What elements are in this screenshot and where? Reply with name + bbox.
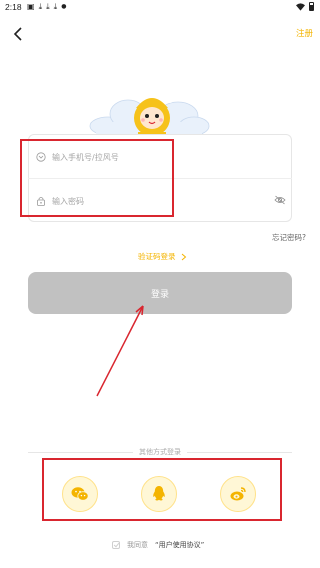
download-icon: ⤓	[38, 2, 43, 11]
wechat-login-button[interactable]	[62, 476, 98, 512]
eye-off-icon[interactable]	[274, 195, 286, 205]
register-link[interactable]: 注册	[296, 27, 313, 39]
battery-icon	[309, 2, 314, 11]
image-icon: ▣	[27, 2, 35, 11]
other-login-label-wrap: 其他方式登录	[0, 447, 320, 457]
download-icon: ⤓	[46, 2, 50, 11]
form-divider	[28, 178, 292, 179]
login-button[interactable]: 登录	[28, 272, 292, 314]
agreement-checkbox[interactable]	[112, 541, 120, 549]
code-login-label: 验证码登录	[138, 252, 176, 261]
forgot-password-link[interactable]: 忘记密码?	[272, 232, 306, 243]
user-agreement-link[interactable]: “用户使用协议”	[155, 540, 204, 550]
agreement-prefix: 我同意	[127, 541, 148, 549]
mascot-illustration	[89, 97, 210, 136]
phone-icon	[36, 152, 46, 162]
status-right	[296, 2, 314, 11]
download-icon: ⤓	[53, 2, 58, 11]
weibo-login-button[interactable]	[220, 476, 256, 512]
password-field-row	[36, 191, 252, 211]
code-login-link[interactable]: 验证码登录	[138, 251, 187, 262]
wifi-icon	[296, 2, 305, 11]
password-input[interactable]	[52, 196, 252, 206]
status-bar: 2:18 ▣ ⤓ ⤓ ⤓ ●	[0, 0, 320, 14]
phone-field-row	[36, 147, 252, 167]
chevron-right-icon	[181, 253, 186, 260]
status-icons: ▣ ⤓ ⤓ ⤓ ●	[27, 2, 66, 11]
lock-icon	[37, 197, 45, 206]
chevron-left-icon[interactable]	[10, 26, 26, 42]
status-time: 2:18	[5, 2, 22, 12]
agreement-row: 我同意 “用户使用协议”	[112, 540, 204, 550]
qq-login-button[interactable]	[141, 476, 177, 512]
dot-icon: ●	[61, 3, 67, 10]
wechat-icon	[71, 487, 89, 501]
weibo-icon	[230, 487, 246, 501]
other-login-label: 其他方式登录	[133, 448, 187, 456]
qq-icon	[153, 486, 165, 501]
phone-input[interactable]	[52, 152, 252, 162]
